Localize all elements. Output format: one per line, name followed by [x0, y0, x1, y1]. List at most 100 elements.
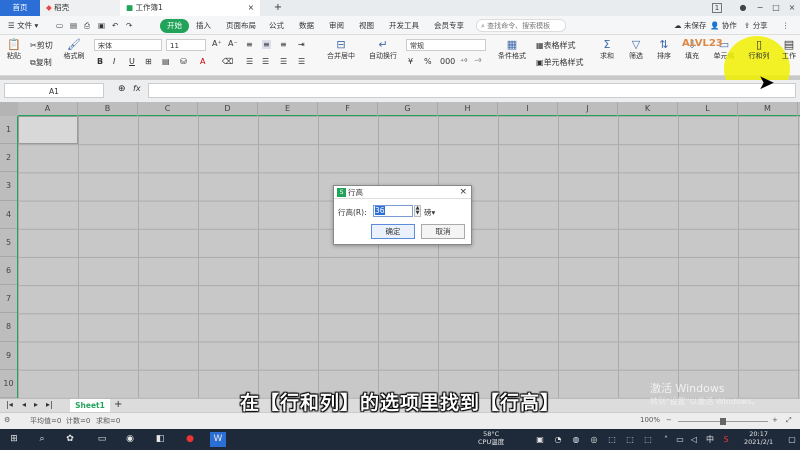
align-bottom-icon[interactable]: ≡ [280, 40, 287, 49]
undo-icon[interactable]: ↶ [108, 19, 122, 33]
zoom-icon[interactable]: ⊕ [118, 84, 126, 94]
menu-member[interactable]: 会员专享 [430, 19, 468, 33]
search-icon[interactable]: ⌕ [34, 432, 50, 447]
redo-icon[interactable]: ↷ [122, 19, 136, 33]
tray-icon-6[interactable]: ⬚ [624, 432, 636, 447]
cells-area[interactable] [18, 116, 800, 398]
row-height-input[interactable]: 36 [373, 205, 413, 217]
menu-formula[interactable]: 公式 [265, 19, 288, 33]
tab-docer[interactable]: ◆ 稻壳 [40, 0, 120, 16]
tray-icon-4[interactable]: ◎ [588, 432, 600, 447]
formula-input[interactable] [148, 83, 796, 98]
sogou-icon[interactable]: S [720, 432, 732, 447]
justify-icon[interactable]: ☰ [298, 57, 305, 66]
network-icon[interactable]: ▭ [674, 432, 686, 447]
column-header[interactable]: H [438, 102, 498, 116]
paste-button[interactable]: 📋 粘贴 [4, 38, 24, 61]
close-tab-icon[interactable]: × [248, 0, 254, 16]
currency-icon[interactable]: ¥ [408, 57, 413, 66]
menu-insert[interactable]: 插入 [192, 19, 215, 33]
column-header[interactable]: E [258, 102, 318, 116]
column-header[interactable]: L [678, 102, 738, 116]
select-all-corner[interactable] [0, 102, 18, 116]
maximize-icon[interactable]: □ [768, 0, 784, 16]
menu-start[interactable]: 开始 [160, 19, 189, 33]
close-icon[interactable]: × [459, 186, 467, 199]
print-icon[interactable]: ⎙ [80, 19, 94, 33]
copy-button[interactable]: ⧉复制 [30, 57, 52, 68]
zoom-slider-thumb[interactable] [720, 418, 726, 425]
tray-icon-5[interactable]: ⬚ [606, 432, 618, 447]
new-tab-button[interactable]: + [270, 0, 286, 16]
ok-button[interactable]: 确定 [371, 224, 415, 239]
windows-start-icon[interactable]: ⊞ [6, 432, 22, 447]
row-header[interactable]: 4 [0, 201, 17, 229]
menu-developer[interactable]: 开发工具 [385, 19, 423, 33]
menu-file[interactable]: ☰ 文件 ▾ [4, 19, 42, 33]
fullscreen-icon[interactable]: ⤢ [786, 416, 792, 425]
align-left-icon[interactable]: ☰ [246, 57, 253, 66]
column-header[interactable]: I [498, 102, 558, 116]
row-header[interactable]: 5 [0, 229, 17, 257]
increase-font-icon[interactable]: A⁺ [212, 39, 222, 48]
filter-button[interactable]: ▽ 筛选 [624, 38, 648, 61]
column-header[interactable]: A [18, 102, 78, 116]
row-header[interactable]: 8 [0, 313, 17, 342]
tab-home[interactable]: 首页 [0, 0, 40, 16]
decimal-increase-icon[interactable]: ⁺⁰ [460, 57, 467, 66]
conditional-format-button[interactable]: ▦ 条件格式 [494, 38, 530, 61]
cancel-button[interactable]: 取消 [421, 224, 465, 239]
more-icon[interactable]: ⋮ [778, 19, 794, 33]
chevron-up-icon[interactable]: ˄ [660, 432, 672, 447]
notification-icon[interactable]: ▢ [786, 432, 798, 447]
column-header[interactable]: B [78, 102, 138, 116]
volume-icon[interactable]: ◁ [688, 432, 700, 447]
close-window-icon[interactable]: × [784, 0, 800, 16]
zoom-level[interactable]: 100% [640, 416, 660, 424]
clock[interactable]: 20:17 2021/2/1 [744, 430, 773, 446]
file-explorer-icon[interactable]: ▭ [94, 432, 110, 447]
preview-icon[interactable]: ▣ [94, 19, 109, 33]
sum-button[interactable]: Σ 求和 [596, 38, 618, 61]
app-icon-1[interactable]: ◉ [122, 432, 138, 447]
menu-data[interactable]: 数据 [295, 19, 318, 33]
column-header[interactable]: J [558, 102, 618, 116]
active-cell-a1[interactable] [18, 116, 78, 144]
italic-button[interactable]: I [113, 57, 115, 66]
bold-button[interactable]: B [97, 57, 103, 66]
tray-icon-7[interactable]: ⬚ [642, 432, 654, 447]
format-painter-button[interactable]: 🖌 格式刷 [62, 38, 86, 61]
eraser-icon[interactable]: ⌫ [222, 57, 233, 66]
align-right-icon[interactable]: ☰ [280, 57, 287, 66]
number-format-select[interactable]: 常规 [406, 39, 486, 51]
tray-icon-2[interactable]: ◔ [552, 432, 564, 447]
decimal-decrease-icon[interactable]: ⁻⁰ [474, 57, 481, 66]
fill-bucket-icon[interactable]: ⛁ [180, 57, 187, 66]
thousands-icon[interactable]: 000 [440, 57, 455, 66]
tab-workbook[interactable]: ■ 工作簿1 × [120, 0, 260, 16]
minimize-icon[interactable]: − [752, 0, 768, 16]
align-center-icon[interactable]: ☰ [262, 57, 269, 66]
share-button[interactable]: ⇪ 分享 [740, 19, 772, 33]
cell-style-button[interactable]: ▣单元格样式 [536, 57, 584, 68]
row-header[interactable]: 7 [0, 285, 17, 314]
wps-icon[interactable]: W [210, 432, 226, 447]
menu-page-layout[interactable]: 页面布局 [222, 19, 260, 33]
column-header[interactable]: F [318, 102, 378, 116]
column-header[interactable]: K [618, 102, 678, 116]
worksheet-button[interactable]: ▤ 工作 [778, 38, 800, 61]
border-icon[interactable]: ⊞ [145, 57, 152, 66]
row-header[interactable]: 3 [0, 172, 17, 201]
wrap-text-button[interactable]: ↵ 自动换行 [364, 38, 402, 61]
align-top-icon[interactable]: ≡ [246, 40, 253, 49]
percent-icon[interactable]: % [424, 57, 432, 66]
zoom-in-icon[interactable]: + [772, 416, 778, 424]
row-column-button[interactable]: ▯ 行和列 [744, 38, 774, 61]
row-header[interactable]: 6 [0, 257, 17, 286]
export-icon[interactable]: ▤ [66, 19, 81, 33]
unit-select[interactable]: 磅▾ [424, 207, 435, 218]
decrease-font-icon[interactable]: A⁻ [228, 39, 238, 48]
app-icon-2[interactable]: ◧ [152, 432, 168, 447]
cut-button[interactable]: ✂剪切 [30, 40, 53, 51]
fx-icon[interactable]: fx [133, 84, 141, 93]
